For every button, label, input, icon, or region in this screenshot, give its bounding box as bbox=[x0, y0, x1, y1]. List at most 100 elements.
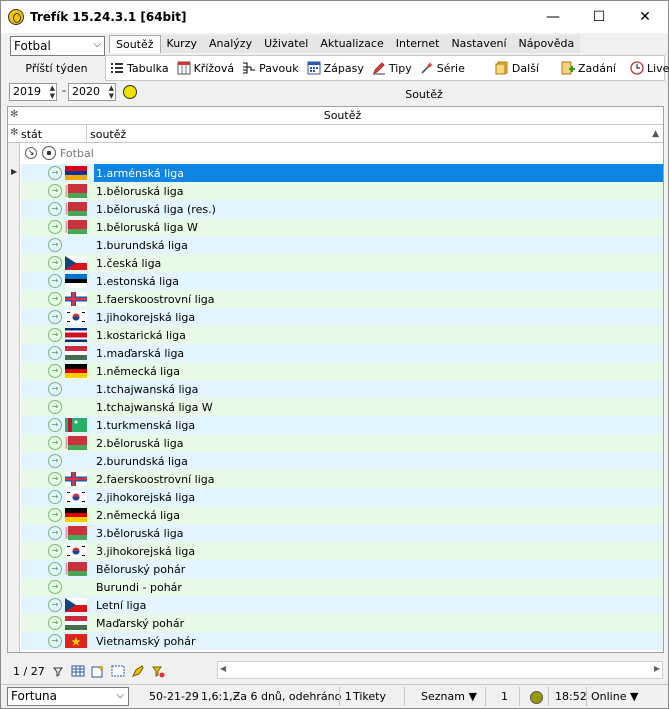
go-arrow-icon[interactable]: → bbox=[48, 634, 62, 648]
table-row[interactable]: → 2.faerskoostrovní liga bbox=[21, 470, 663, 488]
go-arrow-icon[interactable]: → bbox=[48, 382, 62, 396]
close-button[interactable]: ✕ bbox=[622, 1, 668, 33]
go-arrow-icon[interactable]: → bbox=[48, 220, 62, 234]
minimize-button[interactable]: — bbox=[530, 1, 576, 33]
collapse-icon[interactable]: ↘ bbox=[25, 147, 37, 159]
asterisk-icon[interactable]: ✻ bbox=[10, 109, 18, 120]
zadani-button[interactable]: Zadání bbox=[557, 57, 620, 79]
table-row[interactable]: → 1.běloruská liga (res.) bbox=[21, 200, 663, 218]
table-row[interactable]: → 1.jihokorejská liga bbox=[21, 308, 663, 326]
tennis-ball-icon[interactable] bbox=[123, 85, 137, 99]
year-from-spinner[interactable]: 2019 ▲ ▼ bbox=[9, 83, 57, 101]
spinner-arrows-icon[interactable]: ▲ ▼ bbox=[50, 84, 55, 100]
filter-icon[interactable] bbox=[51, 664, 65, 678]
bookmaker-select[interactable]: Fortuna ⌵ bbox=[7, 687, 129, 706]
table-row[interactable]: → 1.faerskoostrovní liga bbox=[21, 290, 663, 308]
zapasy-button[interactable]: Zápasy bbox=[303, 57, 368, 79]
table-row[interactable]: → Vietnamský pohár bbox=[21, 632, 663, 650]
maximize-button[interactable]: ☐ bbox=[576, 1, 622, 33]
go-arrow-icon[interactable]: → bbox=[48, 418, 62, 432]
new-row-icon[interactable] bbox=[91, 664, 105, 678]
go-arrow-icon[interactable]: → bbox=[48, 274, 62, 288]
go-arrow-icon[interactable]: → bbox=[48, 454, 62, 468]
go-arrow-icon[interactable]: → bbox=[48, 580, 62, 594]
tab-internet[interactable]: Internet bbox=[390, 35, 446, 53]
pavouk-button[interactable]: Pavouk bbox=[238, 57, 302, 79]
tab-aktualizace[interactable]: Aktualizace bbox=[314, 35, 389, 53]
horizontal-scrollbar[interactable]: ◀ ▶ bbox=[217, 661, 663, 679]
krizova-button[interactable]: Křížová bbox=[173, 57, 239, 79]
table-row[interactable]: → 2.německá liga bbox=[21, 506, 663, 524]
print-preview-icon[interactable] bbox=[111, 664, 125, 678]
table-row[interactable]: → 1.maďarská liga bbox=[21, 344, 663, 362]
go-arrow-icon[interactable]: → bbox=[48, 562, 62, 576]
go-arrow-icon[interactable]: → bbox=[48, 310, 62, 324]
clear-filter-icon[interactable] bbox=[151, 664, 165, 678]
table-row[interactable]: → 1.česká liga bbox=[21, 254, 663, 272]
scroll-left-icon[interactable]: ◀ bbox=[220, 664, 226, 673]
serie-button[interactable]: Série bbox=[416, 57, 469, 79]
table-row[interactable]: → Běloruský pohár bbox=[21, 560, 663, 578]
table-row[interactable]: → 1.běloruská liga bbox=[21, 182, 663, 200]
tipy-button[interactable]: Tipy bbox=[368, 57, 416, 79]
table-row[interactable]: → 1.tchajwanská liga bbox=[21, 380, 663, 398]
go-arrow-icon[interactable]: → bbox=[48, 598, 62, 612]
tab-kurzy[interactable]: Kurzy bbox=[161, 35, 203, 53]
go-arrow-icon[interactable]: → bbox=[48, 328, 62, 342]
tab-uzivatel[interactable]: Uživatel bbox=[258, 35, 314, 53]
go-arrow-icon[interactable]: → bbox=[48, 202, 62, 216]
sport-select[interactable]: Fotbal ⌵ bbox=[10, 36, 105, 56]
go-arrow-icon[interactable]: → bbox=[48, 238, 62, 252]
seznam-dropdown[interactable]: Seznam ▼ bbox=[421, 690, 477, 703]
chevron-down-icon[interactable]: ⌵ bbox=[93, 39, 101, 50]
table-row[interactable]: → 2.běloruská liga bbox=[21, 434, 663, 452]
dalsi-button[interactable]: Další bbox=[491, 57, 543, 79]
table-row[interactable]: → 1.tchajwanská liga W bbox=[21, 398, 663, 416]
year-to-spinner[interactable]: 2020 ▲ ▼ bbox=[68, 83, 116, 101]
table-row[interactable]: → 3.běloruská liga bbox=[21, 524, 663, 542]
tab-napoveda[interactable]: Nápověda bbox=[513, 35, 581, 53]
table-row[interactable]: → Letní liga bbox=[21, 596, 663, 614]
table-row[interactable]: → 2.jihokorejská liga bbox=[21, 488, 663, 506]
tab-soutez[interactable]: Soutěž bbox=[109, 35, 161, 53]
spinner-arrows-icon[interactable]: ▲ ▼ bbox=[109, 84, 114, 100]
go-arrow-icon[interactable]: → bbox=[48, 526, 62, 540]
go-arrow-icon[interactable]: → bbox=[48, 400, 62, 414]
table-row[interactable]: → 1.turkmenská liga bbox=[21, 416, 663, 434]
table-row[interactable]: → 2.burundská liga bbox=[21, 452, 663, 470]
go-arrow-icon[interactable]: → bbox=[48, 166, 62, 180]
column-competition[interactable]: soutěž bbox=[90, 128, 126, 141]
go-arrow-icon[interactable]: → bbox=[48, 490, 62, 504]
chevron-down-icon[interactable]: ⌵ bbox=[116, 690, 124, 701]
tikety-button[interactable]: Tikety bbox=[353, 690, 386, 703]
tabulka-button[interactable]: Tabulka bbox=[106, 57, 173, 79]
table-row[interactable]: → 1.kostarická liga bbox=[21, 326, 663, 344]
table-row[interactable]: → 1.arménská liga bbox=[21, 164, 663, 182]
go-arrow-icon[interactable]: → bbox=[48, 292, 62, 306]
go-arrow-icon[interactable]: → bbox=[48, 472, 62, 486]
table-row[interactable]: → Maďarský pohár bbox=[21, 614, 663, 632]
table-row[interactable]: → 1.německá liga bbox=[21, 362, 663, 380]
table-row[interactable]: → 1.běloruská liga W bbox=[21, 218, 663, 236]
column-state[interactable]: stát bbox=[21, 128, 42, 141]
go-arrow-icon[interactable]: → bbox=[48, 436, 62, 450]
table-row[interactable]: → 1.burundská liga bbox=[21, 236, 663, 254]
grid-view-icon[interactable] bbox=[71, 664, 85, 678]
highlighter-icon[interactable] bbox=[131, 664, 145, 678]
go-arrow-icon[interactable]: → bbox=[48, 364, 62, 378]
go-arrow-icon[interactable]: → bbox=[48, 346, 62, 360]
go-arrow-icon[interactable]: → bbox=[48, 508, 62, 522]
table-row[interactable]: → 3.jihokorejská liga bbox=[21, 542, 663, 560]
group-row-fotbal[interactable]: ↘ Fotbal bbox=[21, 144, 663, 162]
column-divider[interactable] bbox=[86, 125, 87, 143]
table-row[interactable]: → 1.estonská liga bbox=[21, 272, 663, 290]
go-arrow-icon[interactable]: → bbox=[48, 544, 62, 558]
online-dropdown[interactable]: Online ▼ bbox=[591, 690, 638, 703]
go-arrow-icon[interactable]: → bbox=[48, 616, 62, 630]
tab-analyzy[interactable]: Analýzy bbox=[203, 35, 258, 53]
scroll-right-icon[interactable]: ▶ bbox=[654, 664, 660, 673]
go-arrow-icon[interactable]: → bbox=[48, 184, 62, 198]
tab-nastaveni[interactable]: Nastavení bbox=[445, 35, 512, 53]
live-button[interactable]: Live bbox=[626, 57, 669, 79]
asterisk-icon[interactable]: ✻ bbox=[10, 127, 18, 138]
